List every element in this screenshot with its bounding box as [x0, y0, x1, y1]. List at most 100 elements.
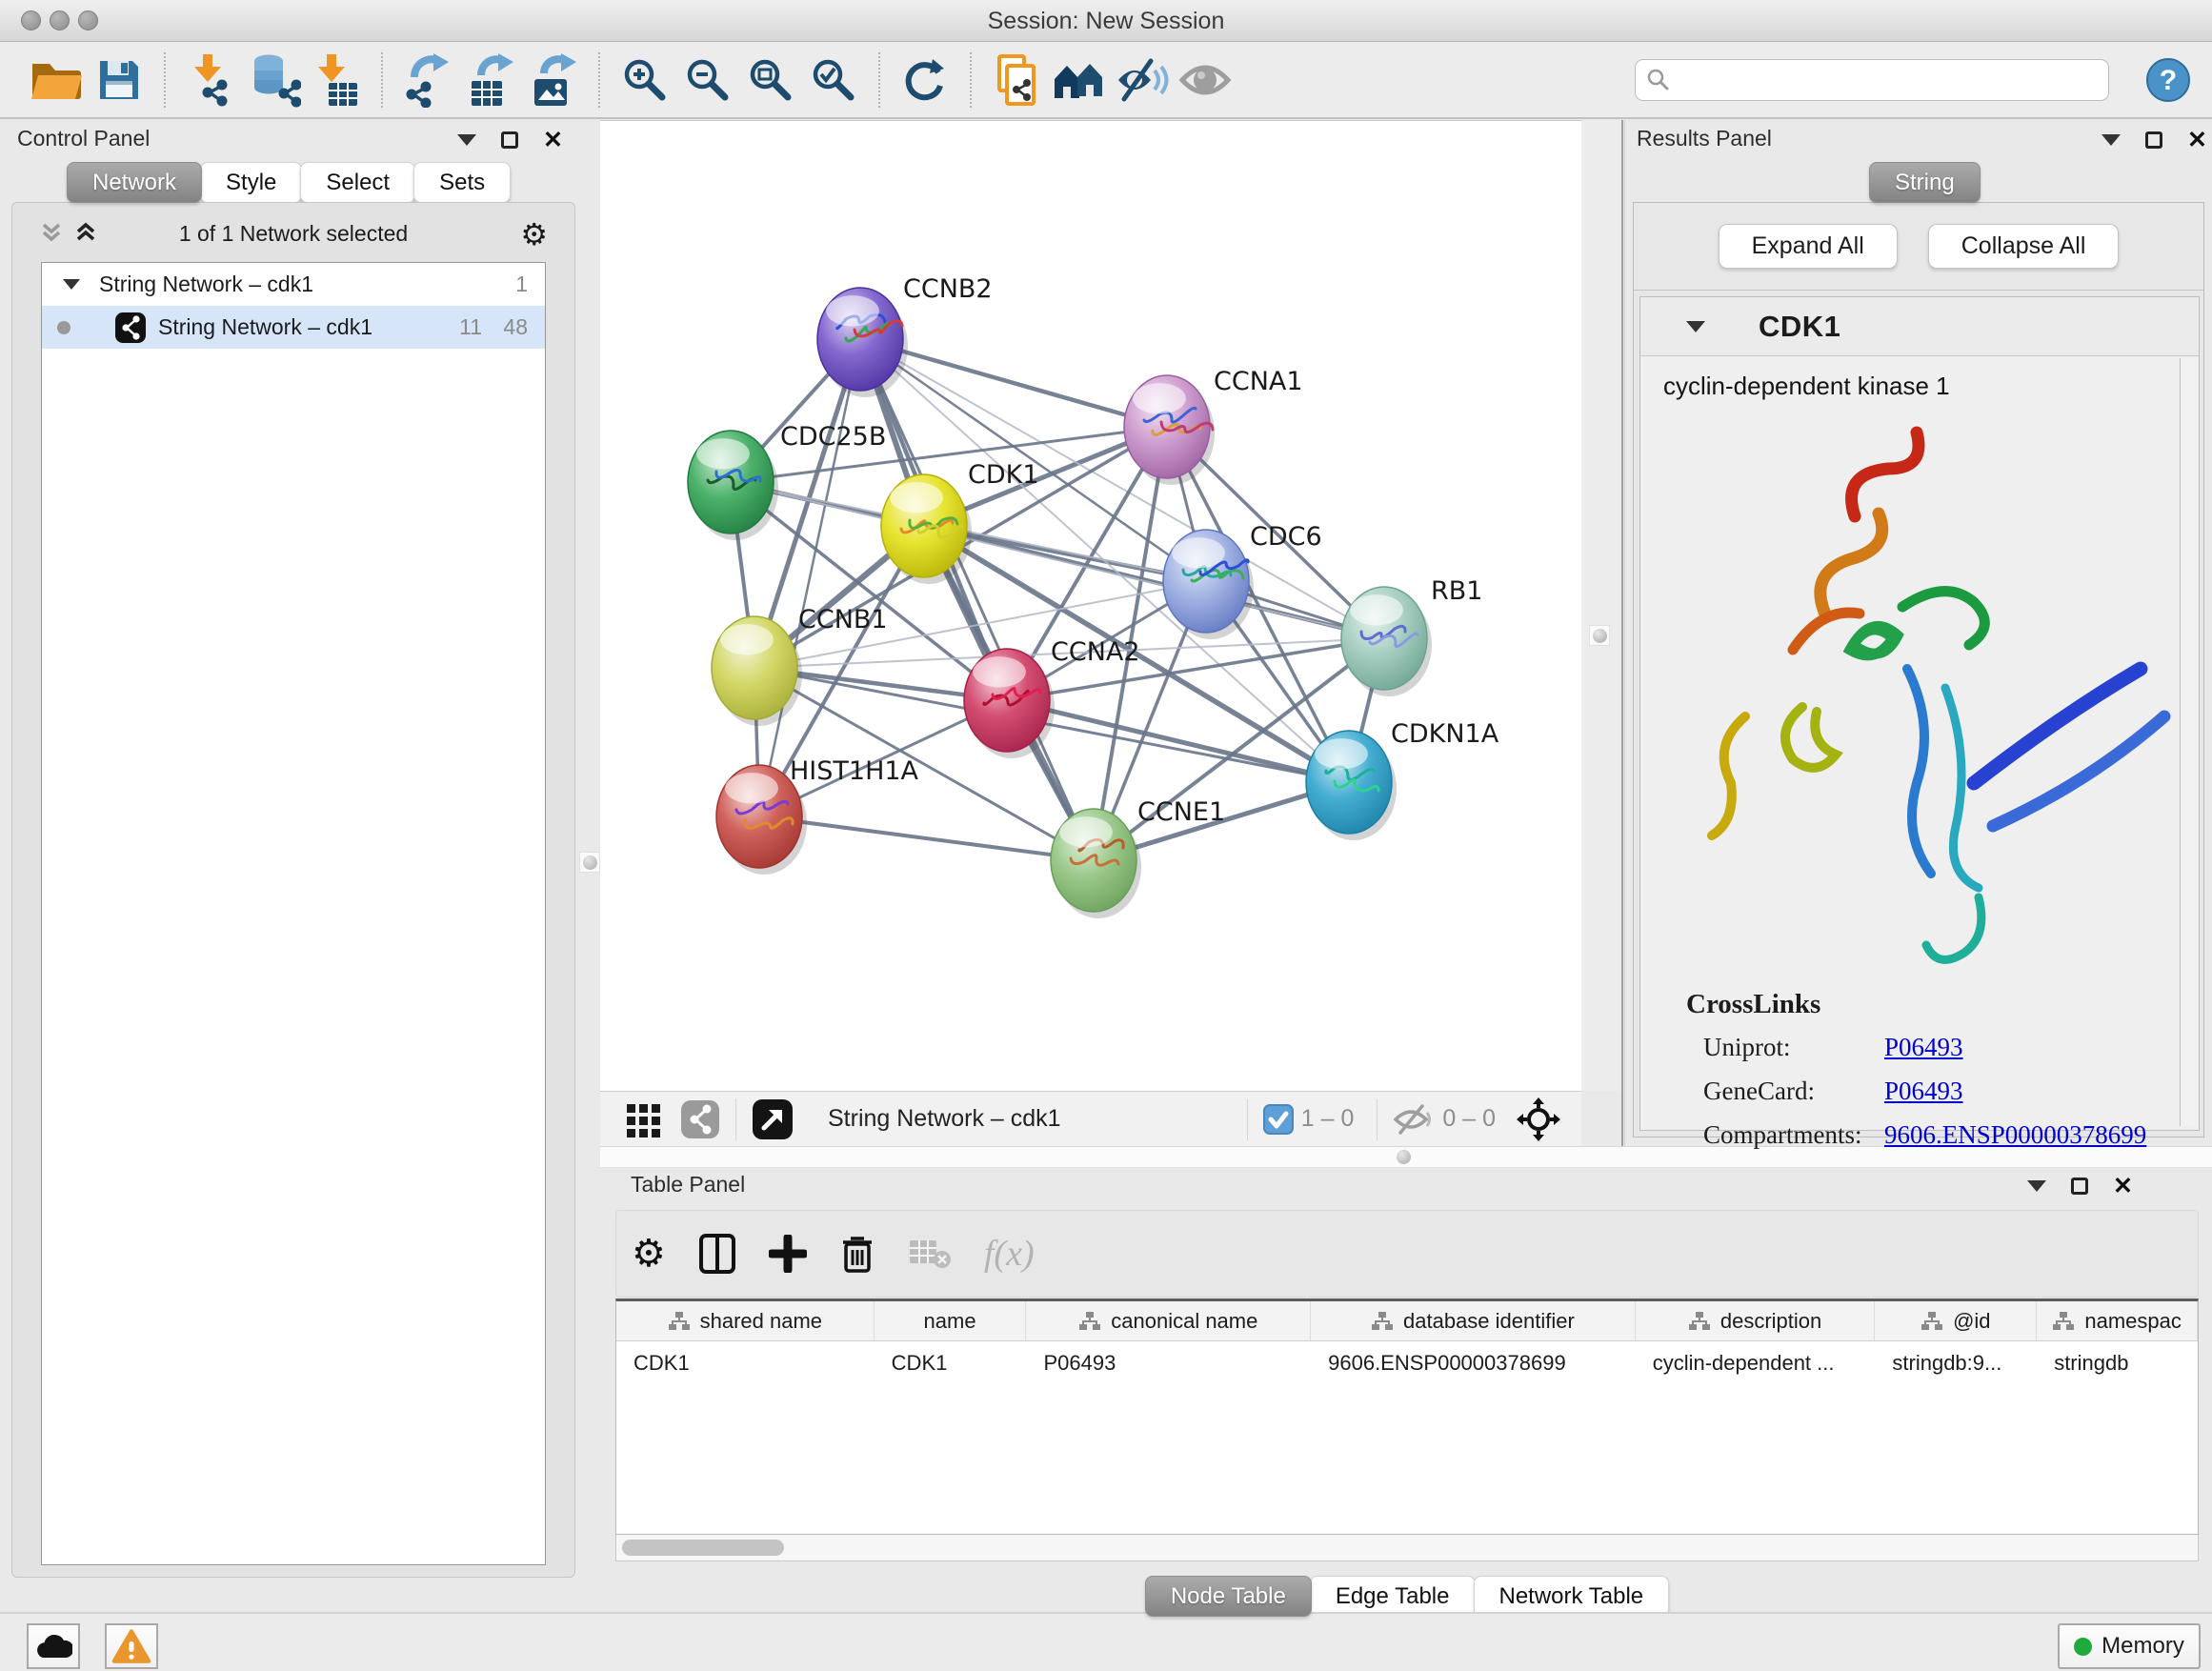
table-cell[interactable]: P06493: [1026, 1341, 1311, 1384]
table-cell[interactable]: stringdb:9...: [1875, 1341, 2037, 1384]
refresh-view-icon[interactable]: [894, 49, 956, 111]
results-scrollbar-track[interactable]: [2180, 358, 2195, 1126]
hide-selected-icon[interactable]: [1111, 49, 1174, 111]
export-image-icon[interactable]: [522, 49, 585, 111]
table-row[interactable]: CDK1CDK1P064939606.ENSP00000378699cyclin…: [616, 1341, 2198, 1384]
tab-sets[interactable]: Sets: [413, 162, 511, 203]
save-session-icon[interactable]: [88, 49, 151, 111]
column-header-namespac[interactable]: namespac: [2037, 1301, 2198, 1340]
open-session-icon[interactable]: [25, 49, 88, 111]
selected-nodes-checkbox-icon[interactable]: [1263, 1104, 1294, 1135]
zoom-in-icon[interactable]: [613, 49, 676, 111]
node-CCNA1[interactable]: CCNA1: [1124, 367, 1303, 485]
close-panel-icon[interactable]: ✕: [2187, 131, 2207, 149]
warnings-button[interactable]: [105, 1623, 158, 1669]
close-panel-icon[interactable]: ✕: [543, 131, 563, 149]
import-network-from-database-icon[interactable]: [242, 49, 305, 111]
add-column-icon[interactable]: [769, 1235, 807, 1273]
node-CCNE1[interactable]: CCNE1: [1051, 797, 1225, 918]
float-panel-icon[interactable]: [2071, 1178, 2088, 1195]
network-collection-row[interactable]: String Network – cdk1 1: [42, 263, 545, 306]
pan-tool-icon[interactable]: [1517, 1097, 1560, 1141]
show-all-icon[interactable]: [1174, 49, 1237, 111]
tab-string[interactable]: String: [1869, 162, 1981, 203]
edge-CCNB2-HIST1H1A[interactable]: [759, 339, 860, 816]
fit-content-icon[interactable]: [739, 49, 802, 111]
float-panel-icon[interactable]: [501, 131, 518, 149]
grid-view-icon[interactable]: [625, 1100, 663, 1138]
node-CDC6[interactable]: CDC6: [1163, 522, 1322, 639]
table-header-row: shared namenamecanonical namedatabase id…: [616, 1301, 2198, 1341]
search-box[interactable]: [1635, 59, 2109, 101]
column-header-name[interactable]: name: [875, 1301, 1027, 1340]
tab-network[interactable]: Network: [67, 162, 202, 203]
node-RB1[interactable]: RB1: [1341, 576, 1482, 696]
edge-HIST1H1A-CCNE1[interactable]: [759, 816, 1094, 860]
network-scrollbar-track[interactable]: [1581, 120, 1621, 1091]
node-CDC25B[interactable]: CDC25B: [688, 422, 886, 540]
node-CDKN1A[interactable]: CDKN1A: [1306, 719, 1499, 840]
cloud-button[interactable]: [27, 1623, 80, 1669]
column-header-label: description: [1720, 1309, 1821, 1334]
first-neighbors-icon[interactable]: [1048, 49, 1111, 111]
column-header-description[interactable]: description: [1636, 1301, 1876, 1340]
column-header--id[interactable]: @id: [1875, 1301, 2037, 1340]
close-panel-icon[interactable]: ✕: [2113, 1178, 2133, 1195]
delete-column-icon[interactable]: [839, 1233, 875, 1275]
node-label-HIST1H1A: HIST1H1A: [790, 756, 919, 786]
expand-all-button[interactable]: Expand All: [1719, 224, 1898, 269]
crosslink-link[interactable]: P06493: [1884, 1033, 1963, 1062]
table-hscrollbar-track[interactable]: [615, 1535, 2199, 1561]
tab-edge-table[interactable]: Edge Table: [1310, 1576, 1476, 1617]
search-input[interactable]: [1672, 63, 2108, 97]
table-cell[interactable]: CDK1: [616, 1341, 875, 1384]
column-header-canonical-name[interactable]: canonical name: [1026, 1301, 1311, 1340]
table-hscrollbar-thumb[interactable]: [622, 1540, 784, 1556]
birdseye-view-icon[interactable]: [752, 1098, 794, 1140]
network-canvas[interactable]: CCNB2CCNA1CDC25BCDK1CDC6RB1CCNB1CCNA2CDK…: [600, 120, 1581, 1091]
collapse-all-button[interactable]: Collapse All: [1928, 224, 2120, 269]
node-HIST1H1A[interactable]: HIST1H1A: [716, 756, 919, 875]
panel-menu-icon[interactable]: [2101, 134, 2121, 146]
tab-network-table[interactable]: Network Table: [1474, 1576, 1670, 1617]
toolbar-separator: [878, 52, 880, 108]
float-panel-icon[interactable]: [2145, 131, 2162, 149]
hidden-elements-icon[interactable]: [1393, 1103, 1435, 1136]
table-cell[interactable]: stringdb: [2037, 1341, 2198, 1384]
network-row[interactable]: String Network – cdk1 11 48: [42, 306, 545, 349]
tab-select[interactable]: Select: [300, 162, 415, 203]
import-network-from-file-icon[interactable]: [179, 49, 242, 111]
memory-button[interactable]: Memory: [2058, 1623, 2201, 1669]
crosslink-link[interactable]: 9606.ENSP00000378699: [1884, 1120, 2146, 1150]
duplicate-network-icon[interactable]: [985, 49, 1048, 111]
gene-expander-icon[interactable]: [1686, 321, 1705, 332]
zoom-selected-icon[interactable]: [802, 49, 865, 111]
right-splitter-handle[interactable]: [1589, 625, 1610, 646]
table-toolbar: ⚙ f(x): [615, 1210, 2199, 1298]
collection-expander-icon[interactable]: [63, 279, 80, 290]
node-CCNB1[interactable]: CCNB1: [712, 605, 888, 726]
tab-node-table[interactable]: Node Table: [1145, 1576, 1312, 1617]
export-table-to-file-icon[interactable]: [459, 49, 522, 111]
show-columns-icon[interactable]: [698, 1233, 736, 1275]
export-network-to-file-icon[interactable]: [396, 49, 459, 111]
help-icon[interactable]: ?: [2145, 57, 2191, 103]
string-network-graph[interactable]: CCNB2CCNA1CDC25BCDK1CDC6RB1CCNB1CCNA2CDK…: [600, 121, 1581, 1092]
panel-menu-icon[interactable]: [2027, 1180, 2046, 1192]
left-splitter-handle[interactable]: [579, 852, 600, 873]
table-cell[interactable]: 9606.ENSP00000378699: [1311, 1341, 1636, 1384]
table-cell[interactable]: cyclin-dependent ...: [1636, 1341, 1876, 1384]
table-cell[interactable]: CDK1: [875, 1341, 1027, 1384]
zoom-out-icon[interactable]: [676, 49, 739, 111]
node-CDK1[interactable]: CDK1: [881, 460, 1039, 584]
import-table-from-file-icon[interactable]: [305, 49, 368, 111]
network-options-gear-icon[interactable]: ⚙: [520, 216, 548, 252]
tab-style[interactable]: Style: [200, 162, 302, 203]
panel-menu-icon[interactable]: [457, 134, 476, 146]
column-header-shared-name[interactable]: shared name: [616, 1301, 875, 1340]
column-header-database-identifier[interactable]: database identifier: [1311, 1301, 1636, 1340]
table-options-gear-icon[interactable]: ⚙: [632, 1235, 666, 1273]
crosslink-link[interactable]: P06493: [1884, 1077, 1963, 1106]
node-label-CCNE1: CCNE1: [1137, 797, 1225, 827]
string-view-icon[interactable]: [680, 1099, 720, 1139]
